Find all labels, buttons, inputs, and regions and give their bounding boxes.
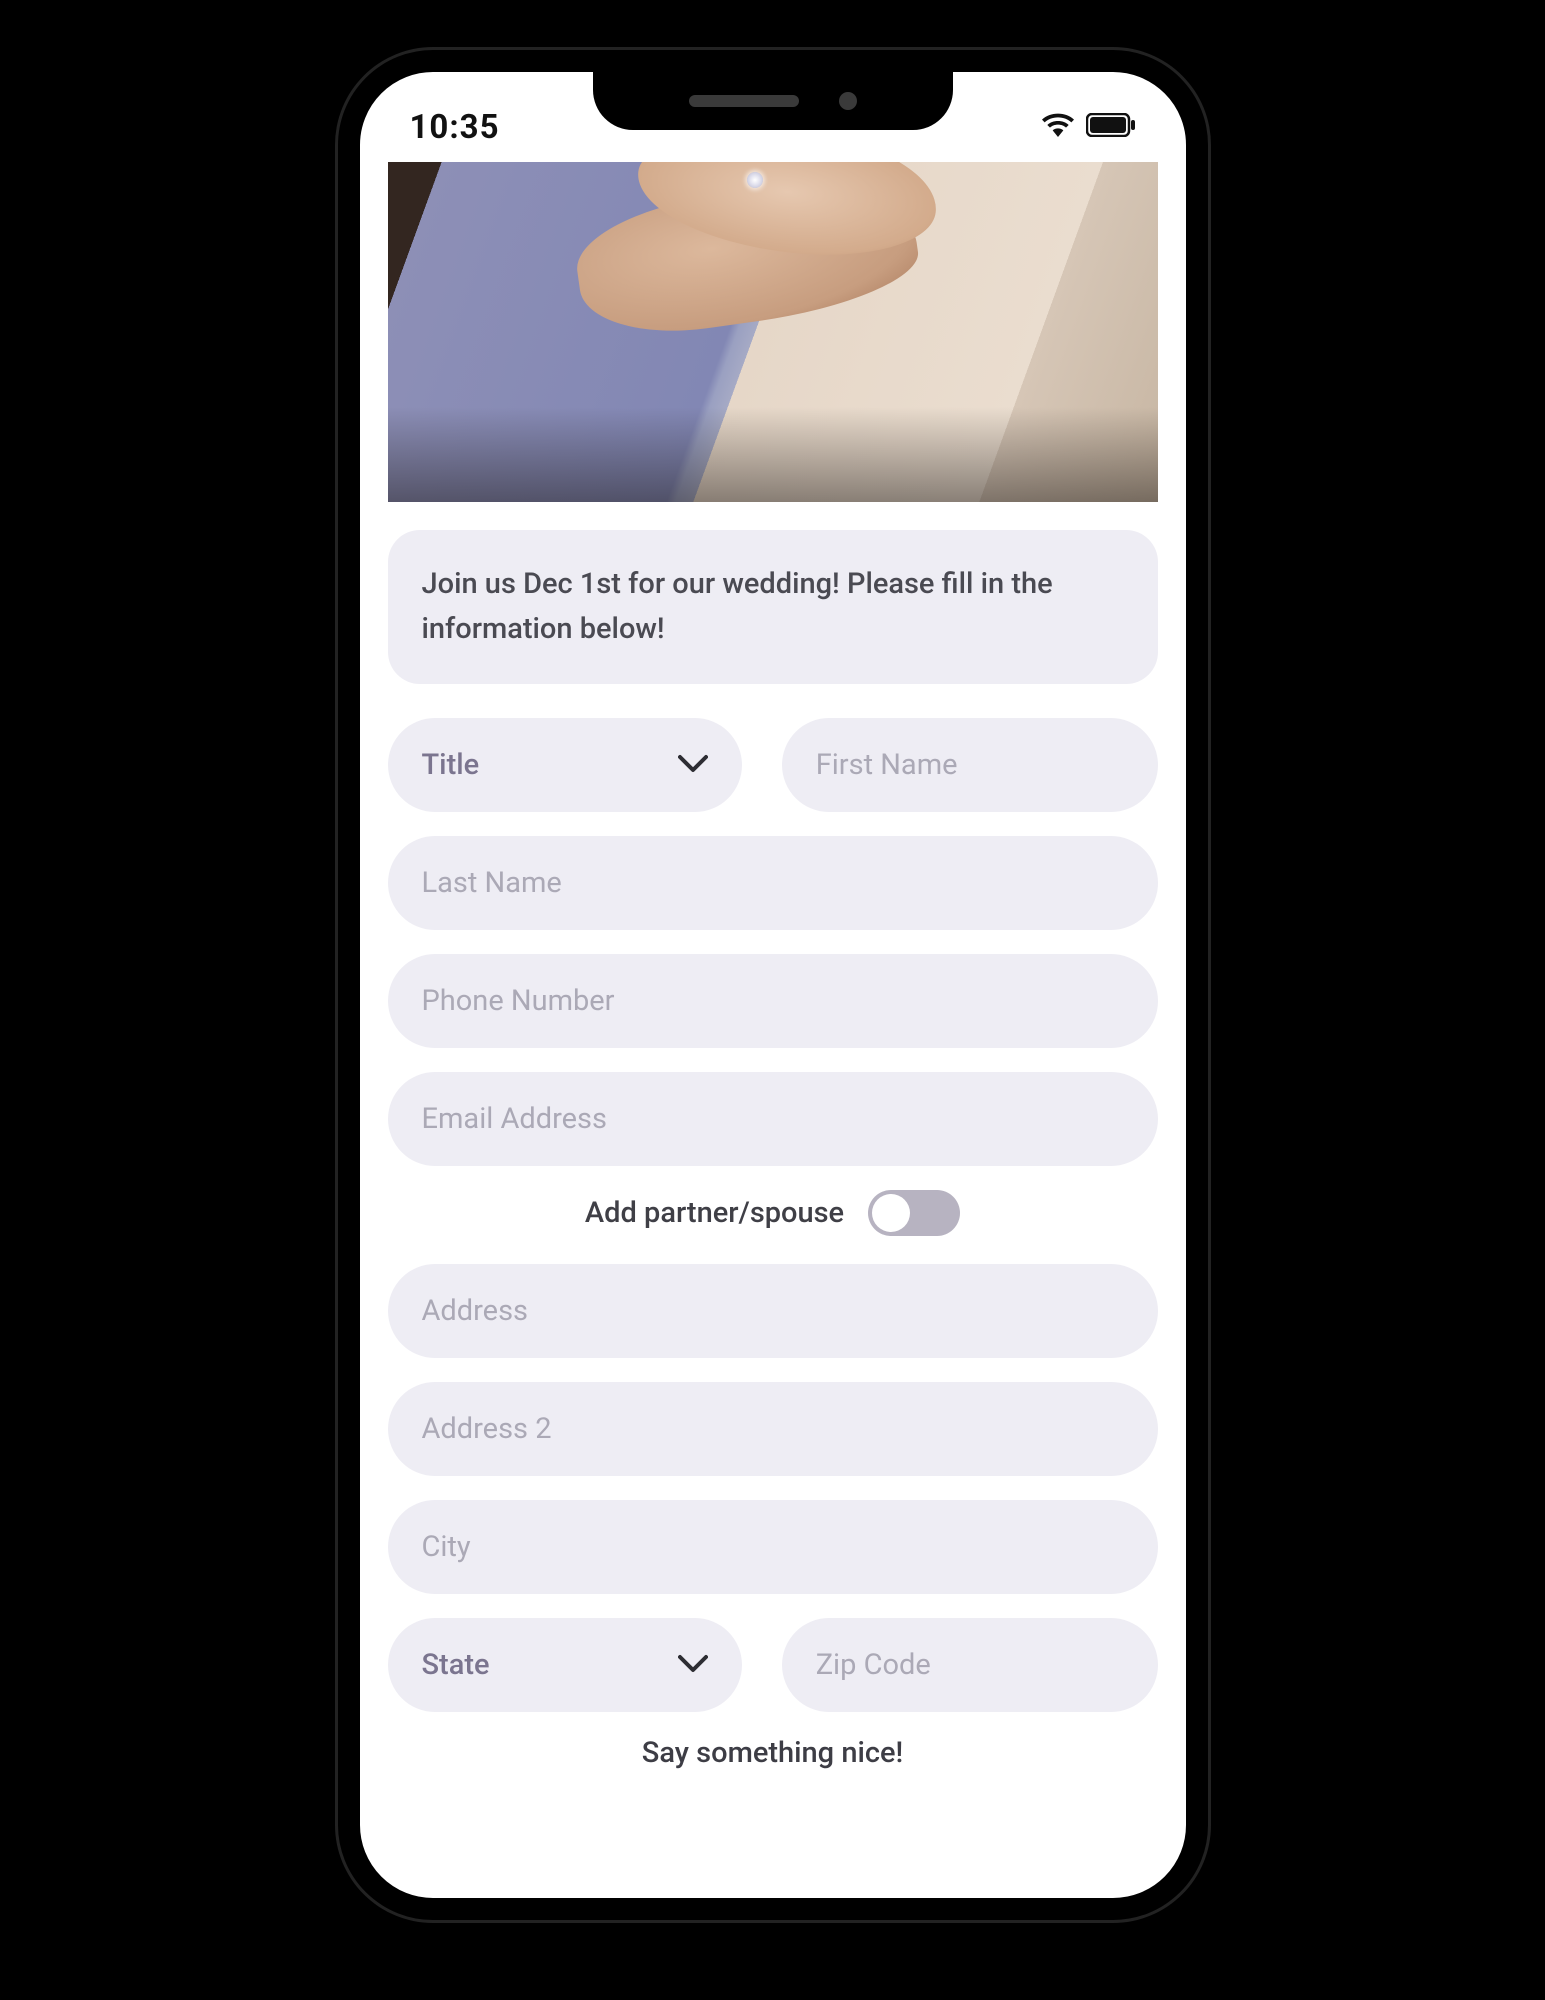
screen-content: Join us Dec 1st for our wedding! Please … (360, 162, 1186, 1770)
state-select[interactable]: State (388, 1618, 742, 1712)
address-input[interactable] (422, 1294, 1124, 1328)
toggle-knob (872, 1194, 910, 1232)
first-name-input[interactable] (816, 748, 1124, 782)
zip-field[interactable] (782, 1618, 1158, 1712)
notch-camera (839, 92, 857, 110)
chevron-down-icon (678, 1653, 708, 1677)
notch-speaker (689, 95, 799, 107)
address-field[interactable] (388, 1264, 1158, 1358)
state-select-label: State (422, 1648, 490, 1682)
footer-prompt: Say something nice! (388, 1736, 1158, 1770)
email-input[interactable] (422, 1102, 1124, 1136)
add-partner-row: Add partner/spouse (388, 1190, 1158, 1236)
add-partner-toggle[interactable] (868, 1190, 960, 1236)
hero-image (388, 162, 1158, 502)
wifi-icon (1042, 113, 1074, 141)
address2-field[interactable] (388, 1382, 1158, 1476)
device-notch (593, 72, 953, 130)
address2-input[interactable] (422, 1412, 1124, 1446)
status-icons (1042, 113, 1136, 141)
invitation-banner: Join us Dec 1st for our wedding! Please … (388, 530, 1158, 684)
title-select-label: Title (422, 748, 480, 782)
phone-input[interactable] (422, 984, 1124, 1018)
hero-hands-illustration (547, 162, 967, 362)
first-name-field[interactable] (782, 718, 1158, 812)
battery-icon (1086, 113, 1136, 141)
add-partner-label: Add partner/spouse (585, 1196, 844, 1230)
city-field[interactable] (388, 1500, 1158, 1594)
chevron-down-icon (678, 753, 708, 777)
email-field[interactable] (388, 1072, 1158, 1166)
status-time: 10:35 (410, 108, 500, 147)
phone-frame: 10:35 Join us Dec 1st for our wedding! P… (338, 50, 1208, 1920)
zip-input[interactable] (816, 1648, 1124, 1682)
title-select[interactable]: Title (388, 718, 742, 812)
last-name-field[interactable] (388, 836, 1158, 930)
last-name-input[interactable] (422, 866, 1124, 900)
city-input[interactable] (422, 1530, 1124, 1564)
phone-field[interactable] (388, 954, 1158, 1048)
ring-icon (747, 172, 763, 188)
